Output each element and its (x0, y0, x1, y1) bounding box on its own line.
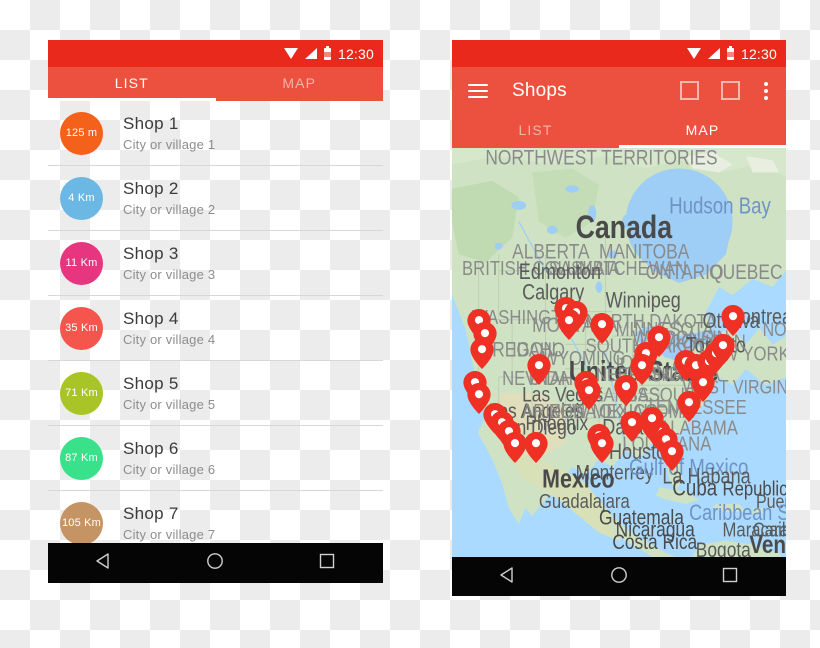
home-circle-icon[interactable] (205, 551, 225, 576)
status-time: 12:30 (740, 45, 777, 62)
recents-square-icon[interactable] (720, 565, 740, 590)
map-basemap: NORTHWEST TERRITORIESCanadaHudson BayBRI… (452, 148, 786, 557)
shop-title: Shop 5 (123, 374, 179, 393)
map-label: Cuba (672, 476, 717, 501)
list-item[interactable]: 125 m Shop 1 City or village 1 (48, 101, 383, 166)
shop-subtitle: City or village 2 (123, 202, 216, 217)
shop-subtitle: City or village 7 (123, 527, 216, 542)
list-item[interactable]: 87 Km Shop 6 City or village 6 (48, 426, 383, 491)
distance-badge: 105 Km (60, 501, 103, 543)
list-item[interactable]: 35 Km Shop 4 City or village 4 (48, 296, 383, 361)
tab-bar-right: LIST MAP (452, 114, 786, 148)
back-triangle-icon[interactable] (498, 565, 518, 590)
square-placeholder-icon-1[interactable] (680, 81, 699, 100)
list-item[interactable]: 71 Km Shop 5 City or village 5 (48, 361, 383, 426)
recents-square-icon[interactable] (317, 551, 337, 576)
shop-title: Shop 6 (123, 439, 179, 458)
shop-title: Shop 3 (123, 244, 179, 263)
android-nav-bar-left (48, 543, 383, 583)
square-placeholder-icon-2[interactable] (721, 81, 740, 100)
back-triangle-icon[interactable] (94, 551, 114, 576)
distance-badge: 11 Km (60, 241, 103, 285)
shop-title: Shop 1 (123, 114, 179, 133)
signal-icon (707, 48, 720, 59)
battery-icon (726, 45, 734, 60)
app-bar: Shops (452, 67, 786, 114)
shop-subtitle: City or village 3 (123, 267, 216, 282)
tab-list[interactable]: LIST (48, 67, 216, 101)
shop-subtitle: City or village 4 (123, 332, 216, 347)
status-bar-left: 12:30 (48, 40, 383, 67)
status-bar-right: 12:30 (452, 40, 786, 67)
map-label: Venezuela (749, 530, 786, 557)
home-circle-icon[interactable] (609, 565, 629, 590)
shops-list-screen: 12:30 LIST MAP 125 m Shop 1 City or villag… (48, 40, 383, 596)
list-item[interactable]: 105 Km Shop 7 City or village 7 (48, 491, 383, 543)
wifi-icon (283, 47, 298, 59)
distance-badge: 4 Km (60, 176, 103, 220)
distance-badge: 35 Km (60, 306, 103, 350)
battery-icon (323, 45, 331, 60)
overflow-menu-icon[interactable] (764, 81, 768, 100)
map-label: NEW YORK (699, 342, 786, 365)
distance-badge: 125 m (60, 111, 103, 155)
android-nav-bar-right (452, 557, 786, 596)
distance-badge: 87 Km (60, 436, 103, 480)
shop-list[interactable]: 125 m Shop 1 City or village 1 4 Km Shop 2 Ci… (48, 101, 383, 543)
map-label: Costa Rica (612, 530, 697, 554)
map-label: Hudson Bay (669, 194, 771, 219)
map-label: QUEBEC (709, 260, 782, 284)
distance-badge: 71 Km (60, 371, 103, 415)
map-label: Calgary (522, 281, 585, 305)
map-label: Bogota (696, 538, 751, 557)
shop-subtitle: City or village 5 (123, 397, 216, 412)
page-title: Shops (512, 79, 567, 101)
tab-map[interactable]: MAP (619, 114, 786, 148)
list-item[interactable]: 4 Km Shop 2 City or village 2 (48, 166, 383, 231)
tab-map[interactable]: MAP (216, 67, 384, 101)
map-label: NOVA SCOTIA (763, 319, 786, 341)
wifi-icon (686, 47, 701, 59)
shop-subtitle: City or village 6 (123, 462, 216, 477)
list-item[interactable]: 11 Km Shop 3 City or village 3 (48, 231, 383, 296)
shop-title: Shop 7 (123, 504, 179, 523)
map-label: NORTHWEST TERRITORIES (485, 148, 717, 170)
status-time: 12:30 (337, 45, 374, 62)
map-label: San Diego (495, 416, 576, 440)
tab-bar-left: LIST MAP (48, 67, 383, 101)
hamburger-menu-icon[interactable] (468, 83, 488, 98)
signal-icon (304, 48, 317, 59)
shops-map-screen: 12:30 Shops LIST MAP NORTHWEST TERRITORI… (452, 40, 786, 596)
tab-list[interactable]: LIST (452, 114, 619, 148)
shop-subtitle: City or village 1 (123, 137, 216, 152)
map-canvas[interactable]: NORTHWEST TERRITORIES Canada Hudson Bay BRI… (452, 148, 786, 557)
shop-title: Shop 2 (123, 179, 179, 198)
shop-title: Shop 4 (123, 309, 179, 328)
